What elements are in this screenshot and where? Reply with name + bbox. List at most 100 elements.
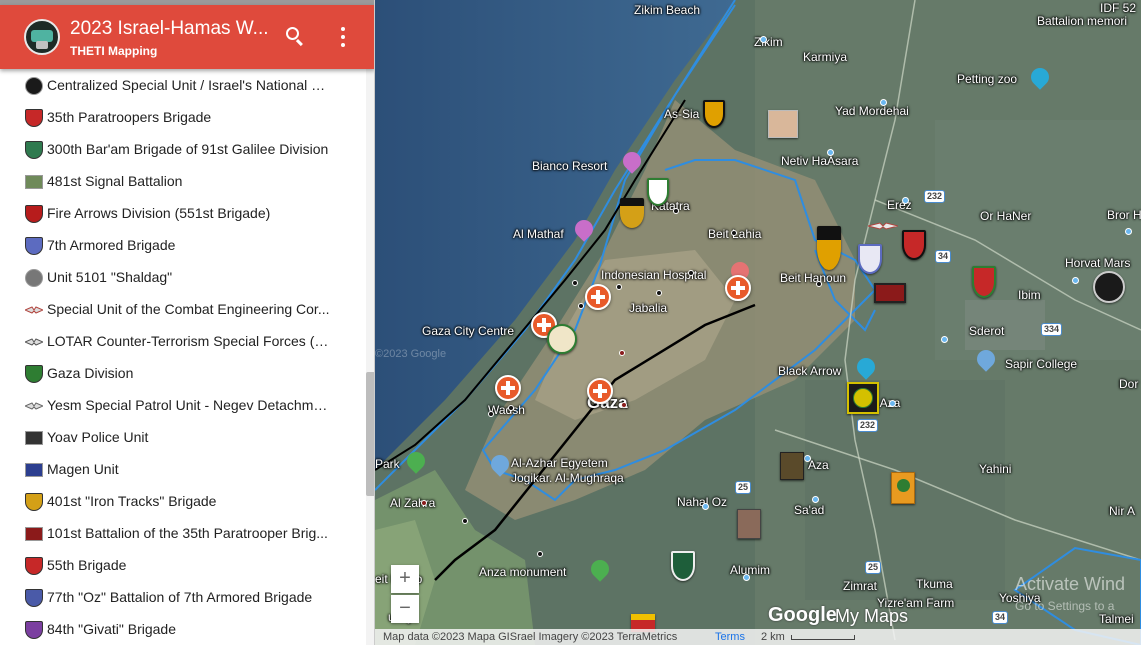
incident-dot[interactable] <box>421 500 427 506</box>
layer-item[interactable]: Unit 5101 "Shaldag" <box>0 261 366 293</box>
place-label: Netiv HaAsara <box>781 154 859 168</box>
fire-arrows-shield-icon <box>25 205 43 223</box>
layer-item[interactable]: 84th "Givati" Brigade <box>0 613 366 645</box>
place-label: Nir A <box>1109 504 1136 518</box>
place-label: Beit Hanoun <box>780 271 847 285</box>
fire-arrows-shield-icon[interactable] <box>902 230 926 260</box>
place-label: Dor <box>1119 377 1139 391</box>
layer-item[interactable]: Yesm Special Patrol Unit - Negev Detachm… <box>0 389 366 421</box>
givati-shield-icon <box>25 621 43 639</box>
place-label: Park <box>375 457 400 471</box>
centralized-special-unit-icon <box>25 77 43 95</box>
combat-engineering-wings-icon <box>23 301 45 319</box>
layer-item[interactable]: Magen Unit <box>0 453 366 485</box>
layer-item[interactable]: 401st "Iron Tracks" Brigade <box>0 485 366 517</box>
layer-item-label: 35th Paratroopers Brigade <box>47 109 212 125</box>
locality-dot <box>812 496 819 503</box>
layer-item[interactable]: 35th Paratroopers Brigade <box>0 101 366 133</box>
hospital-marker[interactable] <box>725 275 751 301</box>
place-label: Petting zoo <box>957 72 1018 86</box>
layer-item[interactable]: Special Unit of the Combat Engineering C… <box>0 293 366 325</box>
theti-logo-icon <box>24 19 60 55</box>
givati-brigade-badge-icon[interactable] <box>547 324 577 354</box>
hospital-marker[interactable] <box>585 284 611 310</box>
layer-item[interactable]: Centralized Special Unit / Israel's Nati… <box>0 69 366 101</box>
place-label: Zikim <box>754 35 783 49</box>
layer-item-label: 101st Battalion of the 35th Paratrooper … <box>47 525 328 541</box>
locality-dot <box>902 197 909 204</box>
scrollbar-thumb[interactable] <box>366 372 374 496</box>
search-icon[interactable] <box>283 24 309 50</box>
locality-dot <box>743 574 750 581</box>
layer-item[interactable]: LOTAR Counter-Terrorism Special Forces (… <box>0 325 366 357</box>
incident-dot[interactable] <box>621 402 627 408</box>
place-label: IDF 52 <box>1100 1 1137 15</box>
terms-link[interactable]: Terms <box>715 631 745 643</box>
map-title[interactable]: 2023 Israel-Hamas W... <box>70 18 270 40</box>
layer-item[interactable]: Yoav Police Unit <box>0 421 366 453</box>
layer-item[interactable]: 7th Armored Brigade <box>0 229 366 261</box>
unit-insignia-icon[interactable] <box>768 110 798 138</box>
layer-item-label: Yesm Special Patrol Unit - Negev Detachm… <box>47 397 330 413</box>
road-number-shield: 334 <box>1041 323 1063 336</box>
101st-battalion-flag-icon[interactable] <box>874 283 906 303</box>
locality-dot <box>880 99 887 106</box>
locality-dot <box>804 455 811 462</box>
satellite-basemap <box>375 0 1141 645</box>
combat-engineering-wings-icon[interactable] <box>867 218 899 230</box>
place-dot <box>462 518 468 524</box>
place-label: Aza <box>808 458 829 472</box>
hospital-marker[interactable] <box>495 375 521 401</box>
place-label: Yad Mordehai <box>835 104 909 118</box>
iron-tracks-shield-icon[interactable] <box>620 198 644 228</box>
place-label: Zimrat <box>843 579 877 593</box>
layer-item[interactable]: 55th Brigade <box>0 549 366 581</box>
place-label: Tkuma <box>916 577 953 591</box>
attribution-text: Map data ©2023 Mapa GISrael Imagery ©202… <box>383 631 678 643</box>
gaza-division-shield-icon[interactable] <box>703 100 725 128</box>
layer-item[interactable]: 101st Battalion of the 35th Paratrooper … <box>0 517 366 549</box>
layer-item-label: 481st Signal Battalion <box>47 173 183 189</box>
baram-brigade-shield-icon[interactable] <box>647 178 669 206</box>
layer-item[interactable]: 300th Bar'am Brigade of 91st Galilee Div… <box>0 133 366 165</box>
place-label: Gaza City Centre <box>422 324 515 338</box>
zoom-out-button[interactable]: − <box>391 595 419 623</box>
iron-tracks-shield-icon <box>25 493 43 511</box>
place-dot <box>688 270 694 276</box>
activate-windows-subtext: Go to Settings to a <box>1015 599 1115 613</box>
armored-division-shield-icon[interactable] <box>817 226 841 270</box>
101st-battalion-flag-icon <box>25 527 43 541</box>
oz-battalion-icon <box>25 589 43 607</box>
signal-battalion-icon[interactable] <box>780 452 804 480</box>
more-vert-icon[interactable] <box>333 25 353 49</box>
centralized-special-unit-icon[interactable] <box>1093 271 1125 303</box>
place-label: Jabalia <box>629 301 668 315</box>
zoom-in-button[interactable]: + <box>391 565 419 593</box>
layer-item[interactable]: 77th "Oz" Battalion of 7th Armored Briga… <box>0 581 366 613</box>
layer-item[interactable]: 481st Signal Battalion <box>0 165 366 197</box>
armored-brigade-shield-icon[interactable] <box>858 244 882 274</box>
yoav-police-badge-icon[interactable] <box>847 382 879 414</box>
place-dot <box>816 281 822 287</box>
place-label: Al Zahra <box>390 496 436 510</box>
layer-item-label: 77th "Oz" Battalion of 7th Armored Briga… <box>47 589 313 605</box>
yoav-police-icon <box>25 431 43 445</box>
place-label: Horvat Mars <box>1065 256 1131 270</box>
hospital-marker[interactable] <box>587 378 613 404</box>
map-canvas[interactable]: Zikim Beach Zikim Karmiya Yad Mordehai Petti… <box>375 0 1141 645</box>
scrollbar-track[interactable] <box>366 69 374 645</box>
55th-brigade-shield-icon <box>25 557 43 575</box>
shaldag-badge-icon[interactable] <box>737 509 761 539</box>
layer-item-label: 84th "Givati" Brigade <box>47 621 177 637</box>
incident-dot[interactable] <box>619 350 625 356</box>
tree-unit-badge-icon[interactable] <box>891 472 915 504</box>
layer-item-label: 300th Bar'am Brigade of 91st Galilee Div… <box>47 141 329 157</box>
place-label: Bianco Resort <box>532 159 608 173</box>
magen-unit-shield-icon[interactable] <box>671 551 695 581</box>
layer-item[interactable]: Gaza Division <box>0 357 366 389</box>
layer-item-label: LOTAR Counter-Terrorism Special Forces (… <box>47 333 330 349</box>
55th-brigade-shield-icon[interactable] <box>972 266 996 298</box>
place-label: Yahini <box>979 462 1012 476</box>
layer-item-label: Centralized Special Unit / Israel's Nati… <box>47 77 330 93</box>
layer-item[interactable]: Fire Arrows Division (551st Brigade) <box>0 197 366 229</box>
